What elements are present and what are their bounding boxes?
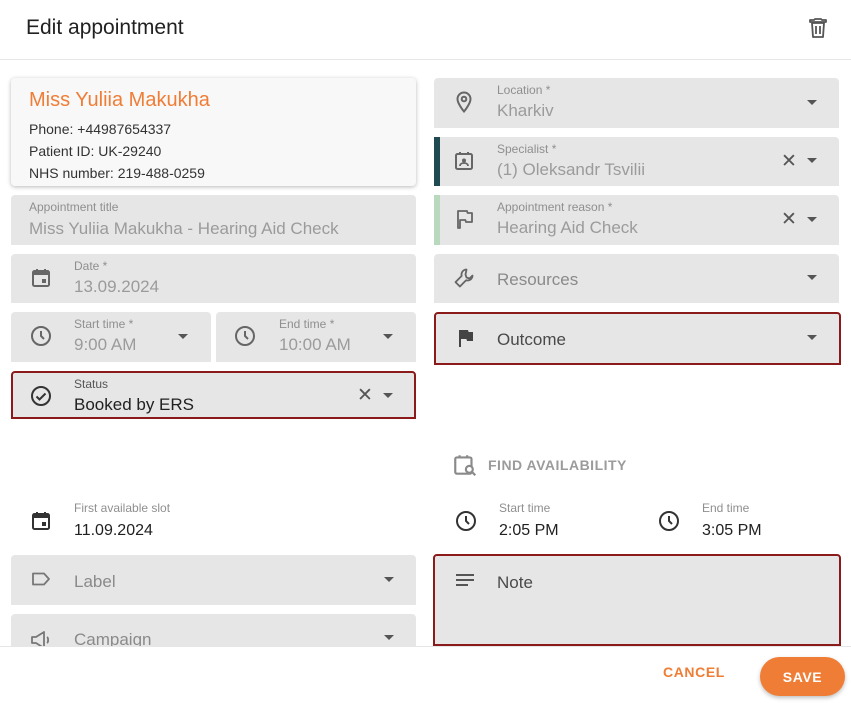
campaign-field[interactable]: Campaign [11, 614, 416, 646]
patient-nhs-number: NHS number: 219-488-0259 [29, 165, 205, 181]
clock-icon [235, 326, 255, 346]
trash-icon[interactable] [806, 16, 830, 40]
dialog-header: Edit appointment [0, 0, 851, 60]
resources-placeholder: Resources [497, 270, 579, 289]
resources-field[interactable]: Resources [434, 254, 839, 303]
appointment-reason-value: Hearing Aid Check [497, 218, 638, 237]
find-availability-button[interactable]: FIND AVAILABILITY [452, 452, 627, 478]
close-icon[interactable]: ✕ [357, 386, 373, 405]
chevron-down-icon[interactable] [178, 334, 188, 339]
chevron-down-icon[interactable] [807, 158, 817, 163]
specialist-label: Specialist * [497, 142, 557, 156]
dialog-footer: CANCEL SAVE [0, 646, 851, 703]
status-value: Booked by ERS [74, 395, 195, 414]
slot-end-time-label: End time [702, 501, 750, 515]
patient-id: Patient ID: UK-29240 [29, 143, 162, 159]
location-value: Kharkiv [497, 101, 554, 120]
calendar-icon [32, 269, 50, 287]
outcome-placeholder: Outcome [497, 330, 566, 349]
specialist-value: (1) Oleksandr Tsvilii [497, 160, 646, 179]
label-field[interactable]: Label [11, 555, 416, 605]
clock-icon [659, 511, 679, 531]
wrench-icon [454, 268, 474, 288]
note-field[interactable]: Note [433, 554, 841, 646]
clock-icon [31, 326, 51, 346]
location-field[interactable]: Location * Kharkiv [434, 78, 839, 128]
date-value: 13.09.2024 [74, 277, 160, 296]
note-placeholder: Note [497, 573, 533, 592]
status-field[interactable]: Status Booked by ERS ✕ [11, 371, 416, 419]
date-label: Date * [74, 259, 108, 273]
close-icon[interactable]: ✕ [781, 152, 797, 171]
megaphone-icon [31, 631, 50, 646]
close-icon[interactable]: ✕ [781, 210, 797, 229]
chevron-down-icon[interactable] [807, 217, 817, 222]
find-availability-label: FIND AVAILABILITY [488, 457, 627, 473]
location-label: Location * [497, 83, 551, 97]
appointment-title-field[interactable]: Appointment title Miss Yuliia Makukha - … [11, 195, 416, 245]
outcome-field[interactable]: Outcome [434, 312, 841, 365]
start-time-field[interactable]: Start time * 9:00 AM [11, 312, 211, 362]
chevron-down-icon[interactable] [807, 275, 817, 280]
dialog-title: Edit appointment [26, 16, 184, 39]
check-circle-icon [31, 386, 51, 406]
specialist-field[interactable]: Specialist * (1) Oleksandr Tsvilii ✕ [434, 137, 839, 186]
patient-phone: Phone: +44987654337 [29, 121, 172, 137]
chevron-down-icon[interactable] [384, 577, 394, 582]
contact-calendar-icon [455, 152, 473, 170]
chevron-down-icon[interactable] [383, 393, 393, 398]
end-time-field[interactable]: End time * 10:00 AM [216, 312, 416, 362]
slot-start-time-value[interactable]: 2:05 PM [499, 522, 559, 540]
slot-end-time-value[interactable]: 3:05 PM [702, 522, 762, 540]
cancel-button[interactable]: CANCEL [663, 664, 725, 680]
slot-start-time-label: Start time [499, 501, 551, 515]
patient-name[interactable]: Miss Yuliia Makukha [29, 89, 210, 112]
appointment-title-label: Appointment title [29, 200, 119, 214]
chevron-down-icon[interactable] [807, 335, 817, 340]
first-available-slot-value[interactable]: 11.09.2024 [74, 522, 153, 540]
appointment-reason-label: Appointment reason * [497, 200, 613, 214]
start-time-label: Start time * [74, 317, 134, 331]
label-icon [32, 572, 50, 586]
chevron-down-icon[interactable] [383, 334, 393, 339]
appointment-reason-field[interactable]: Appointment reason * Hearing Aid Check ✕ [434, 195, 839, 245]
location-pin-icon [456, 91, 472, 114]
end-time-label: End time * [279, 317, 335, 331]
clock-icon [456, 511, 476, 531]
calendar-icon [32, 512, 50, 530]
end-time-value: 10:00 AM [279, 335, 351, 354]
first-available-slot-label: First available slot [74, 501, 171, 515]
save-button[interactable]: SAVE [760, 657, 845, 696]
status-label: Status [74, 377, 109, 391]
reason-color-accent [434, 195, 440, 245]
chevron-down-icon[interactable] [384, 635, 394, 640]
flag-outline-icon [457, 210, 473, 229]
calendar-search-icon [454, 455, 477, 477]
notes-icon [456, 574, 474, 586]
campaign-placeholder: Campaign [74, 630, 152, 646]
chevron-down-icon[interactable] [807, 100, 817, 105]
label-placeholder: Label [74, 572, 116, 591]
date-field[interactable]: Date * 13.09.2024 [11, 254, 416, 303]
specialist-color-accent [434, 137, 440, 186]
start-time-value: 9:00 AM [74, 335, 137, 354]
flag-icon [459, 330, 473, 347]
appointment-title-value: Miss Yuliia Makukha - Hearing Aid Check [29, 219, 339, 238]
patient-card: Miss Yuliia Makukha Phone: +44987654337 … [11, 78, 416, 186]
